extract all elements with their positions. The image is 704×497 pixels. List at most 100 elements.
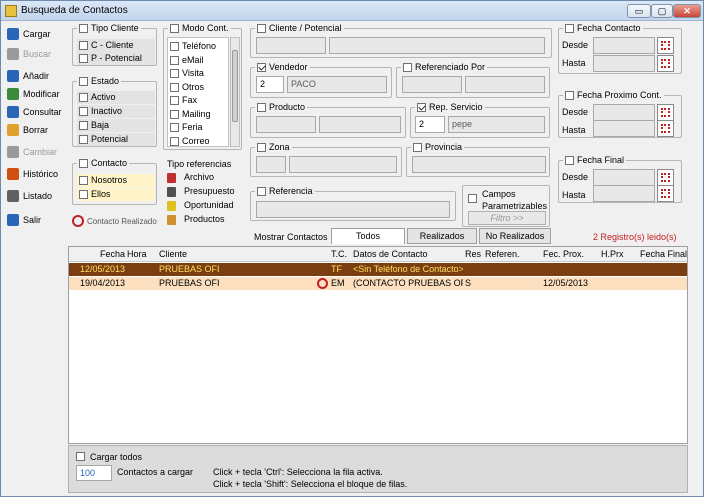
grid-col-header[interactable]: Datos de Contacto [353, 249, 463, 259]
toolbar-modificar-button[interactable]: Modificar [5, 86, 67, 103]
modo-cont-checkbox[interactable] [170, 24, 179, 34]
referencia-checkbox[interactable] [257, 187, 266, 197]
grid-col-header[interactable]: T.C. [331, 249, 351, 259]
date-group-title: Fecha Final [577, 155, 625, 165]
maximize-button[interactable]: ▢ [651, 4, 673, 18]
grid-col-header[interactable]: H.Prx [601, 249, 629, 259]
table-row[interactable]: 12/05/2013 PRUEBAS OFI TF <Sin Teléfono de … [69, 263, 687, 276]
tipo-ref-item[interactable]: Productos [167, 213, 225, 226]
referencia-field[interactable] [256, 201, 450, 218]
modo-cont-item[interactable]: Correo [170, 135, 210, 148]
modo-cont-list[interactable]: Teléfono eMail Visita Otros Fax Mailing Feria C… [167, 37, 229, 147]
producto-code-field[interactable] [256, 116, 316, 133]
fecha-contacto-checkbox[interactable] [565, 24, 574, 34]
desde-date-field[interactable] [593, 169, 655, 186]
hasta-date-field[interactable] [593, 185, 655, 202]
tipo-ref-item[interactable]: Archivo [167, 171, 214, 184]
fecha-final-checkbox[interactable] [565, 156, 574, 166]
calendar-icon[interactable] [657, 55, 674, 72]
zona-code-field[interactable] [256, 156, 286, 173]
contacto-item-ellos[interactable]: Ellos [77, 188, 155, 201]
toolbar-salir-button[interactable]: Salir [5, 212, 67, 229]
desde-date-field[interactable] [593, 104, 655, 121]
estado-item-activo[interactable]: Activo [77, 91, 155, 104]
modo-cont-item[interactable]: Otros [170, 81, 204, 94]
toolbar-listado-button[interactable]: Listado [5, 188, 67, 205]
hasta-date-field[interactable] [593, 120, 655, 137]
calendar-icon[interactable] [657, 120, 674, 137]
tab-todos[interactable]: Todos [331, 228, 405, 244]
modo-cont-item[interactable]: Teléfono [170, 40, 216, 53]
table-cell: TF [331, 264, 342, 274]
toolbar-borrar-button[interactable]: Borrar [5, 122, 67, 139]
toolbar-histrico-button[interactable]: Histórico [5, 166, 67, 183]
tipo-ref-item[interactable]: Oportunidad [167, 199, 234, 212]
minimize-button[interactable]: ▭ [627, 4, 651, 18]
scroll-thumb[interactable] [232, 50, 238, 122]
cantidad-field[interactable]: 100 [76, 465, 112, 481]
estado-title: Estado [91, 76, 120, 86]
campos-checkbox[interactable] [468, 194, 477, 203]
referenciado-checkbox[interactable] [403, 63, 412, 73]
desde-date-field[interactable] [593, 37, 655, 54]
modo-cont-item[interactable]: eMail [170, 54, 204, 67]
fecha-final-header: Fecha Final [563, 155, 627, 166]
toolbar-aadir-button[interactable]: Añadir [5, 68, 67, 85]
toolbar-cargar-button[interactable]: Cargar [5, 26, 67, 43]
modo-cont-item[interactable]: Feria [170, 121, 203, 134]
modo-cont-scrollbar[interactable] [230, 37, 240, 147]
table-row[interactable]: 19/04/2013 PRUEBAS OFI EM (CONTACTO PRUEBAS… [69, 277, 687, 290]
modo-cont-item[interactable]: Mailing [170, 108, 211, 121]
calendar-icon[interactable] [657, 169, 674, 186]
zona-checkbox[interactable] [257, 143, 266, 153]
contacto-checkbox[interactable] [79, 159, 88, 169]
tipo-cliente-checkbox[interactable] [79, 24, 88, 34]
fecha-prox-checkbox[interactable] [565, 91, 574, 101]
referenciado-code-field[interactable] [402, 76, 462, 93]
cliente-name-field[interactable] [329, 37, 545, 54]
tipo-cliente-item-p[interactable]: P - Potencial [77, 52, 155, 65]
grid-col-header[interactable]: Fecha [71, 249, 125, 259]
tab-realizados[interactable]: Realizados [407, 228, 477, 244]
estado-checkbox[interactable] [79, 77, 88, 87]
toolbar-cambiar-button: Cambiar [5, 144, 67, 161]
producto-name-field[interactable] [319, 116, 401, 133]
provincia-title: Provincia [425, 142, 463, 152]
toolbar-consultar-button[interactable]: Consultar [5, 104, 67, 121]
cliente-code-field[interactable] [256, 37, 326, 54]
calendar-icon[interactable] [657, 104, 674, 121]
estado-item-potencial[interactable]: Potencial [77, 133, 155, 146]
tab-no-realizados[interactable]: No Realizados [479, 228, 551, 244]
zona-name-field[interactable] [289, 156, 397, 173]
hasta-date-field[interactable] [593, 55, 655, 72]
tipo-cliente-item-c[interactable]: C - Cliente [77, 39, 155, 52]
cargar-todos-checkbox[interactable] [76, 452, 85, 461]
grid-col-header[interactable]: Cliente [159, 249, 331, 259]
vendedor-code-field[interactable]: 2 [256, 76, 284, 93]
rep-servicio-code-field[interactable]: 2 [415, 116, 445, 133]
filtro-button[interactable]: Filtro >> [468, 211, 546, 225]
modo-cont-item[interactable]: Fax [170, 94, 197, 107]
rep-servicio-checkbox[interactable] [417, 103, 426, 113]
modo-cont-item[interactable]: Visita [170, 67, 204, 80]
provincia-checkbox[interactable] [413, 143, 422, 153]
contacto-item-nosotros[interactable]: Nosotros [77, 174, 155, 187]
grid-col-header[interactable]: Referen. [485, 249, 541, 259]
calendar-icon[interactable] [657, 37, 674, 54]
tipo-ref-item[interactable]: Presupuesto [167, 185, 235, 198]
fecha-contacto-header: Fecha Contacto [563, 23, 643, 34]
vendedor-checkbox[interactable] [257, 63, 266, 73]
estado-item-inactivo[interactable]: Inactivo [77, 105, 155, 118]
cliente-potencial-checkbox[interactable] [257, 24, 266, 34]
calendar-icon[interactable] [657, 185, 674, 202]
provincia-field[interactable] [412, 156, 546, 173]
close-button[interactable]: ✕ [673, 4, 701, 18]
grid-col-header[interactable]: Hora [127, 249, 157, 259]
grid-col-header[interactable]: Fecha Final [631, 249, 687, 259]
contacts-grid[interactable]: Fecha Hora Cliente T.C. Datos de Contacto Res… [68, 246, 688, 444]
grid-col-header[interactable]: Res [465, 249, 483, 259]
referenciado-name-field[interactable] [465, 76, 545, 93]
estado-item-baja[interactable]: Baja [77, 119, 155, 132]
producto-checkbox[interactable] [257, 103, 266, 113]
grid-col-header[interactable]: Fec. Prox. [543, 249, 599, 259]
